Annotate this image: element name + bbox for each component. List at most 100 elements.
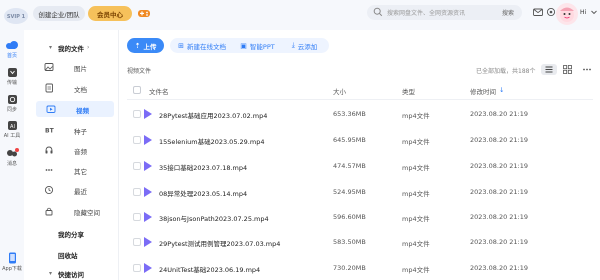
chevron-down-icon[interactable] (590, 6, 598, 18)
row-checkbox[interactable] (133, 188, 141, 196)
more-options-icon[interactable] (582, 64, 592, 75)
search-input[interactable]: 搜索网盘文件、全网资源资讯 (387, 8, 465, 17)
quick-access-heading[interactable]: 快捷访问 (58, 269, 84, 279)
search-button[interactable]: 搜索 (502, 8, 514, 17)
rail-messages-label: 消息 (6, 161, 17, 167)
row-checkbox[interactable] (133, 264, 141, 272)
rail-sync[interactable]: 同步 (0, 94, 24, 113)
row-checkbox[interactable] (133, 162, 141, 170)
gamepad-icon[interactable] (137, 6, 151, 20)
file-modified: 2023.08.20 21:19 (470, 136, 529, 144)
row-checkbox[interactable] (133, 213, 141, 221)
rail-sync-label: 同步 (6, 107, 17, 113)
sidebar-item-hidden-space[interactable]: 隐藏空间 (34, 204, 114, 218)
sidebar-item-label: 隐藏空间 (74, 209, 100, 217)
breadcrumb[interactable]: 视频文件 (127, 66, 151, 75)
rail-home[interactable]: 首页 (0, 40, 24, 59)
greeting-text: Hi (580, 9, 587, 16)
row-checkbox[interactable] (133, 110, 141, 118)
sidebar-item-torrents[interactable]: BT 种子 (34, 123, 114, 137)
logo-text: SVIP 1 (7, 14, 26, 20)
upload-icon: ⇡ (134, 41, 141, 50)
file-name[interactable]: 24UnitTest基础2023.06.19.mp4 (159, 264, 260, 274)
file-name[interactable]: 29Pytest测试用例管理2023.07.03.mp4 (159, 238, 280, 248)
rail-ai-tools[interactable]: AI AI 工具 (0, 120, 24, 139)
new-online-doc-label: 新建在线文档 (186, 42, 226, 51)
sidebar-item-recent[interactable]: 最近 (34, 183, 114, 197)
file-modified: 2023.08.20 21:19 (470, 162, 529, 170)
svg-text:AI: AI (10, 124, 15, 130)
create-team-button[interactable]: 创建企业/团队 (33, 6, 85, 21)
file-name[interactable]: 38json与JsonPath2023.07.25.mp4 (159, 213, 269, 223)
file-name[interactable]: 28Pytest基础应用2023.07.02.mp4 (159, 110, 267, 120)
sidebar-item-label: 种子 (74, 128, 87, 136)
sidebar-item-label: 最近 (74, 188, 87, 196)
grid-view-icon[interactable] (562, 64, 573, 75)
file-name[interactable]: 35接口基础2023.07.18.mp4 (159, 162, 247, 172)
upload-label: 上传 (143, 42, 157, 51)
rail-home-label: 首页 (6, 53, 17, 59)
column-header-modified[interactable]: 修改时间 (470, 86, 496, 96)
table-row[interactable]: 38json与JsonPath2023.07.25.mp4 596.60MB m… (127, 205, 593, 229)
file-name[interactable]: 15Selenium基础2023.05.29.mp4 (159, 136, 264, 146)
header-divider (127, 99, 593, 100)
upload-button[interactable]: ⇡ 上传 (127, 38, 164, 53)
lock-icon (45, 207, 53, 216)
new-online-doc-button[interactable]: ⊞ 新建在线文档 (172, 38, 232, 53)
sync-icon (7, 95, 17, 104)
table-row[interactable]: 35接口基础2023.07.18.mp4 474.57MB mp4文件 2023… (127, 154, 593, 178)
file-modified: 2023.08.20 21:19 (470, 213, 529, 221)
my-files-heading[interactable]: 我的文件 (58, 43, 84, 53)
top-bar: SVIP 1 创建企业/团队 会员中心 搜索网盘文件、全网资源资讯 搜索 Hi (0, 0, 600, 30)
cloud-add-label: 云添加 (297, 42, 318, 51)
cloud-add-button[interactable]: ⤓ 云添加 (282, 38, 327, 53)
select-all-checkbox[interactable] (133, 86, 141, 94)
table-row[interactable]: 24UnitTest基础2023.06.19.mp4 730.20MB mp4文… (127, 256, 593, 280)
member-center-button[interactable]: 会员中心 (88, 6, 132, 21)
sort-desc-icon[interactable]: ↓ (499, 86, 504, 94)
file-size: 596.60MB (333, 213, 366, 221)
search-icon (373, 7, 383, 17)
file-type: mp4文件 (402, 240, 430, 248)
chevron-right-icon[interactable]: › (87, 44, 89, 51)
list-view-icon (545, 66, 553, 73)
my-share-link[interactable]: 我的分享 (58, 229, 84, 239)
rail-app-download[interactable]: App下载 (0, 252, 24, 272)
smart-ppt-button[interactable]: ▣ 智能PPT (235, 38, 280, 53)
transfer-icon (7, 68, 17, 77)
column-header-size[interactable]: 大小 (333, 86, 346, 96)
ai-icon: AI (7, 121, 17, 130)
my-files-caret-icon[interactable]: ▾ (49, 44, 52, 51)
sidebar-item-other[interactable]: 其它 (34, 163, 114, 177)
mail-icon[interactable] (532, 6, 544, 18)
column-header-name[interactable]: 文件名 (149, 86, 169, 96)
file-modified: 2023.08.20 21:19 (470, 188, 529, 196)
rail-transfer[interactable]: 传输 (0, 67, 24, 86)
sidebar-item-label: 文档 (74, 86, 87, 94)
sidebar-item-images[interactable]: 图片 (34, 60, 114, 74)
avatar[interactable] (556, 3, 578, 25)
logo-icon[interactable]: SVIP 1 (2, 3, 30, 25)
list-view-button[interactable] (541, 64, 557, 75)
search-box[interactable]: 搜索网盘文件、全网资源资讯 搜索 (367, 5, 522, 20)
table-row[interactable]: 15Selenium基础2023.05.29.mp4 645.95MB mp4文… (127, 128, 593, 152)
sidebar-item-label: 音频 (74, 148, 87, 156)
quick-access-caret-icon[interactable]: ▾ (49, 270, 52, 277)
recycle-bin-link[interactable]: 回收站 (58, 250, 78, 260)
rail-messages[interactable]: 消息 (0, 148, 24, 167)
image-icon (44, 63, 54, 71)
row-checkbox[interactable] (133, 238, 141, 246)
sidebar-item-label: 视频 (76, 107, 89, 115)
sidebar-item-audio[interactable]: 音频 (34, 143, 114, 157)
table-row[interactable]: 08异常处理2023.05.14.mp4 524.95MB mp4文件 2023… (127, 180, 593, 204)
member-center-label: 会员中心 (97, 10, 123, 19)
sidebar-item-videos[interactable]: 视频 (36, 101, 114, 117)
file-size: 474.57MB (333, 162, 366, 170)
rail-ai-tools-label: AI 工具 (3, 133, 21, 139)
sidebar-item-documents[interactable]: 文档 (34, 81, 114, 95)
row-checkbox[interactable] (133, 136, 141, 144)
table-row[interactable]: 29Pytest测试用例管理2023.07.03.mp4 583.50MB mp… (127, 230, 593, 254)
table-row[interactable]: 28Pytest基础应用2023.07.02.mp4 653.36MB mp4文… (127, 102, 593, 126)
column-header-type[interactable]: 类型 (402, 86, 415, 96)
file-name[interactable]: 08异常处理2023.05.14.mp4 (159, 188, 247, 198)
